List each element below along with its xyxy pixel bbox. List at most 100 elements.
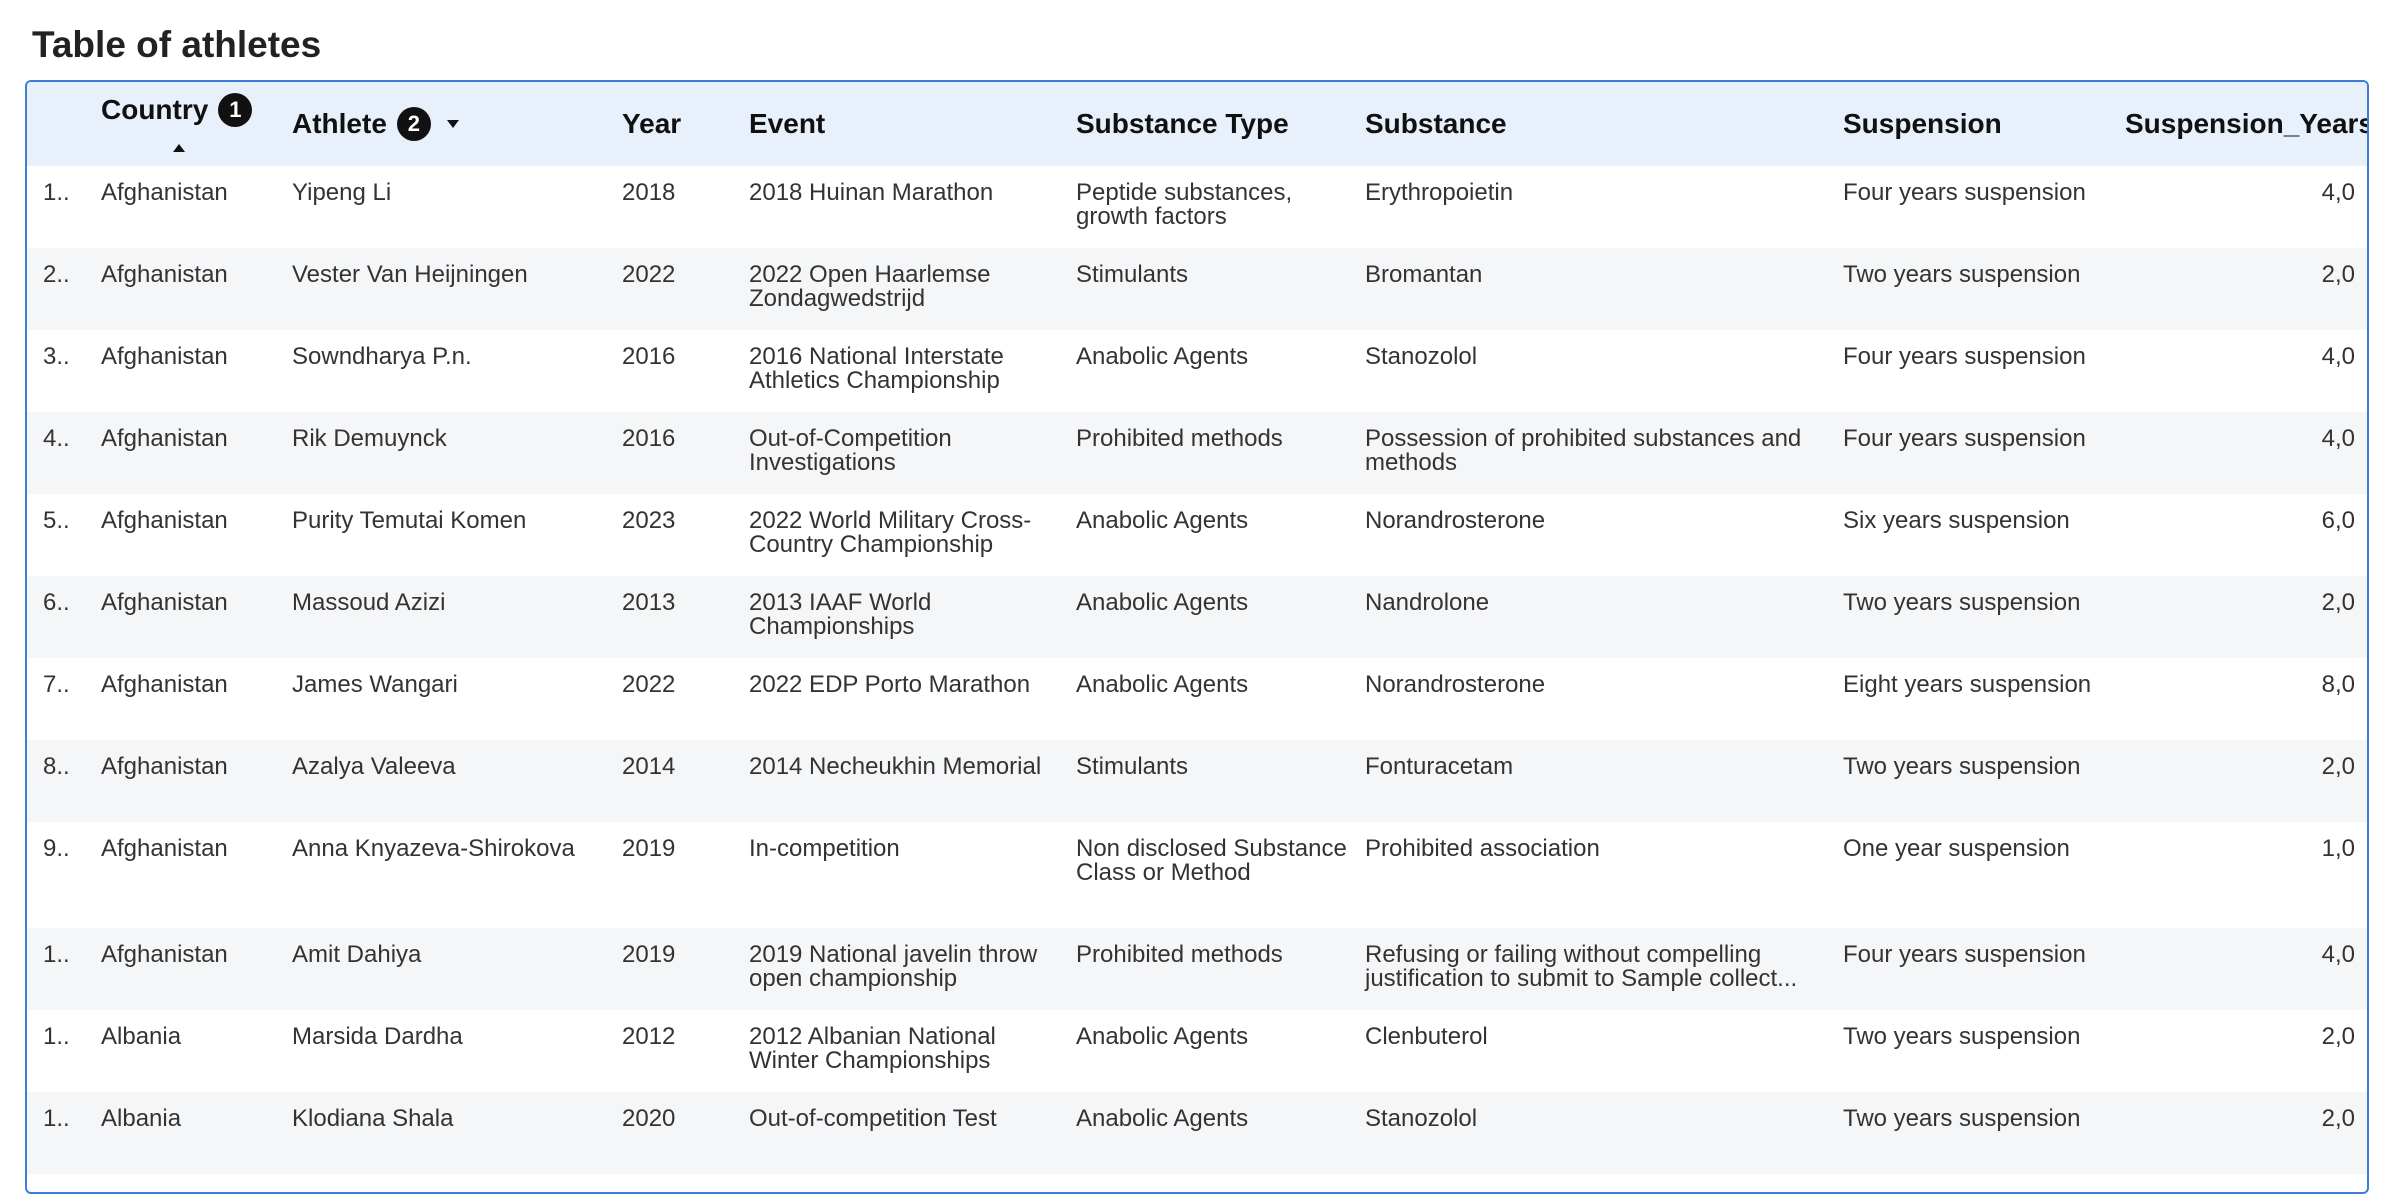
cell-suspension: Two years suspension: [1843, 261, 2081, 288]
cell-country: Afghanistan: [101, 671, 228, 698]
table-row[interactable]: 7.. Afghanistan James Wangari 2022 2022 …: [27, 658, 2367, 740]
column-header-suspension[interactable]: Suspension: [1835, 82, 2117, 166]
table-row[interactable]: 4.. Afghanistan Rik Demuynck 2016 Out-of…: [27, 412, 2367, 494]
cell-suspension-years: 1,0: [2321, 835, 2355, 862]
row-index: 1..: [43, 179, 70, 206]
table-row[interactable]: 1.. Afghanistan Amit Dahiya 2019 2019 Na…: [27, 928, 2367, 1010]
cell-suspension-years: 6,0: [2321, 507, 2355, 534]
column-header-substance[interactable]: Substance: [1357, 82, 1835, 166]
cell-country: Afghanistan: [101, 425, 228, 452]
row-index: 4..: [43, 425, 70, 452]
cell-country: Afghanistan: [101, 835, 228, 862]
row-index: 9..: [43, 835, 70, 862]
cell-suspension: Two years suspension: [1843, 1105, 2081, 1132]
cell-substance-type: Anabolic Agents: [1076, 343, 1249, 370]
sort-ascending-icon: [173, 144, 185, 152]
cell-country: Afghanistan: [101, 179, 228, 206]
cell-suspension: Four years suspension: [1843, 179, 2086, 206]
row-index: 2..: [43, 261, 70, 288]
cell-substance: Refusing or failing without compelling j…: [1365, 941, 1798, 992]
cell-athlete: Massoud Azizi: [292, 589, 446, 616]
cell-suspension: One year suspension: [1843, 835, 2070, 862]
table-row[interactable]: 1.. Albania Marsida Dardha 2012 2012 Alb…: [27, 1010, 2367, 1092]
cell-substance: Erythropoietin: [1365, 179, 1514, 206]
cell-suspension-years: 8,0: [2321, 671, 2355, 698]
column-header-year[interactable]: Year: [614, 82, 741, 166]
cell-substance: Clenbuterol: [1365, 1023, 1488, 1050]
row-index: 5..: [43, 507, 70, 534]
cell-substance-type: Prohibited methods: [1076, 425, 1283, 452]
cell-substance: Norandrosterone: [1365, 671, 1546, 698]
table-row[interactable]: 1.. Afghanistan Yipeng Li 2018 2018 Huin…: [27, 166, 2367, 248]
cell-event: In-competition: [749, 835, 900, 862]
cell-suspension: Four years suspension: [1843, 941, 2086, 968]
cell-event: 2013 IAAF World Championships: [749, 589, 932, 640]
cell-event: Out-of-competition Test: [749, 1105, 997, 1132]
table-row[interactable]: 6.. Afghanistan Massoud Azizi 2013 2013 …: [27, 576, 2367, 658]
cell-substance: Fonturacetam: [1365, 753, 1514, 780]
table-row[interactable]: 2.. Afghanistan Vester Van Heijningen 20…: [27, 248, 2367, 330]
table-row[interactable]: 8.. Afghanistan Azalya Valeeva 2014 2014…: [27, 740, 2367, 822]
cell-year: 2022: [622, 261, 676, 288]
column-header-suspension-years[interactable]: Suspension_Years: [2117, 82, 2367, 166]
cell-event: 2022 Open Haarlemse Zondagwedstrijd: [749, 261, 991, 312]
column-header-label: Athlete: [292, 108, 387, 139]
table-row[interactable]: 5.. Afghanistan Purity Temutai Komen 202…: [27, 494, 2367, 576]
row-index: 1..: [43, 1023, 70, 1050]
cell-year: 2014: [622, 753, 676, 780]
row-index: 6..: [43, 589, 70, 616]
cell-year: 2020: [622, 1105, 676, 1132]
cell-country: Afghanistan: [101, 589, 228, 616]
cell-country: Afghanistan: [101, 261, 228, 288]
cell-country: Albania: [101, 1105, 182, 1132]
table-row[interactable]: 1.. Albania Klodiana Shala 2020 Out-of-c…: [27, 1092, 2367, 1174]
cell-suspension-years: 2,0: [2321, 753, 2355, 780]
column-header-event[interactable]: Event: [741, 82, 1068, 166]
column-header-athlete[interactable]: Athlete 2: [284, 82, 614, 166]
cell-suspension-years: 4,0: [2321, 343, 2355, 370]
column-header-index: [27, 82, 93, 166]
cell-substance-type: Anabolic Agents: [1076, 589, 1249, 616]
cell-year: 2019: [622, 835, 676, 862]
cell-substance: Prohibited association: [1365, 835, 1600, 862]
column-menu-caret-icon[interactable]: [446, 120, 459, 128]
cell-substance-type: Anabolic Agents: [1076, 671, 1249, 698]
cell-country: Afghanistan: [101, 753, 228, 780]
cell-year: 2019: [622, 941, 676, 968]
cell-event: 2022 World Military Cross-Country Champi…: [749, 507, 1032, 558]
header-row: Country 1 Athlete 2 Year Event Substance…: [27, 82, 2367, 166]
row-index: 1..: [43, 1105, 70, 1132]
cell-substance: Stanozolol: [1365, 1105, 1478, 1132]
column-header-label: Country: [101, 94, 209, 125]
cell-country: Albania: [101, 1023, 182, 1050]
cell-suspension: Eight years suspension: [1843, 671, 2092, 698]
data-grid: Country 1 Athlete 2 Year Event Substance…: [27, 82, 2367, 1174]
cell-event: 2022 EDP Porto Marathon: [749, 671, 1031, 698]
cell-athlete: James Wangari: [292, 671, 458, 698]
cell-event: Out-of-Competition Investigations: [749, 425, 952, 476]
table-row[interactable]: 9.. Afghanistan Anna Knyazeva-Shirokova …: [27, 822, 2367, 928]
sort-order-badge: 1: [218, 93, 253, 127]
cell-suspension-years: 2,0: [2321, 589, 2355, 616]
cell-suspension-years: 2,0: [2321, 1023, 2355, 1050]
cell-substance: Bromantan: [1365, 261, 1483, 288]
cell-substance-type: Anabolic Agents: [1076, 1105, 1249, 1132]
cell-year: 2023: [622, 507, 676, 534]
cell-substance-type: Prohibited methods: [1076, 941, 1283, 968]
cell-substance: Nandrolone: [1365, 589, 1490, 616]
table-row[interactable]: 3.. Afghanistan Sowndharya P.n. 2016 201…: [27, 330, 2367, 412]
cell-suspension: Six years suspension: [1843, 507, 2070, 534]
cell-event: 2019 National javelin throw open champio…: [749, 941, 1038, 992]
cell-athlete: Yipeng Li: [292, 179, 392, 206]
athletes-table: Country 1 Athlete 2 Year Event Substance…: [25, 80, 2369, 1194]
cell-suspension-years: 4,0: [2321, 941, 2355, 968]
row-index: 7..: [43, 671, 70, 698]
row-index: 1..: [43, 941, 70, 968]
cell-year: 2013: [622, 589, 676, 616]
cell-event: 2014 Necheukhin Memorial: [749, 753, 1042, 780]
cell-athlete: Marsida Dardha: [292, 1023, 463, 1050]
cell-athlete: Vester Van Heijningen: [292, 261, 528, 288]
column-header-country[interactable]: Country 1: [93, 82, 284, 166]
column-header-substance-type[interactable]: Substance Type: [1068, 82, 1357, 166]
cell-substance-type: Anabolic Agents: [1076, 1023, 1249, 1050]
